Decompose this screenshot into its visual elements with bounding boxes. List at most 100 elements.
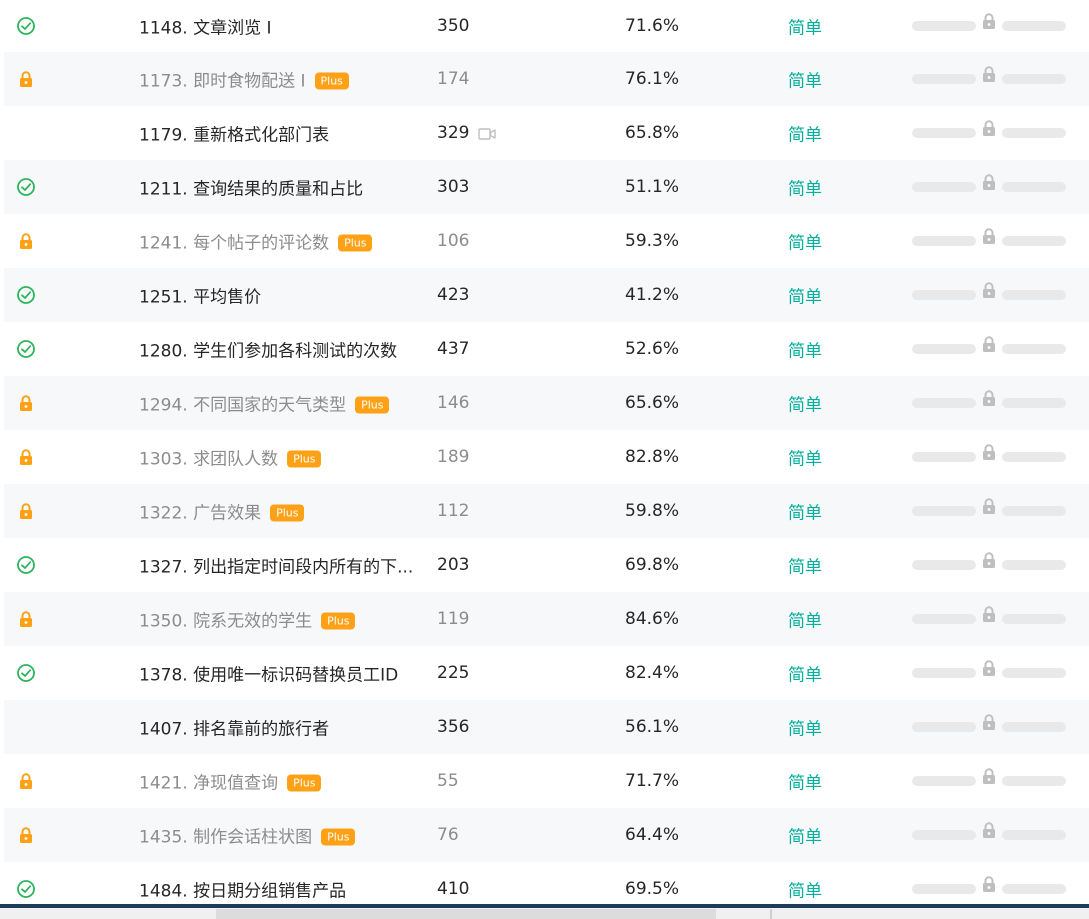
acceptance-rate: 64.4% bbox=[625, 825, 680, 845]
difficulty-label: 简单 bbox=[788, 233, 822, 254]
problem-title-text[interactable]: 1241. 每个帖子的评论数 bbox=[139, 234, 329, 254]
scrollbar-top-border bbox=[0, 904, 1089, 908]
problem-title-text[interactable]: 1303. 求团队人数 bbox=[139, 450, 278, 470]
check-circle-icon bbox=[16, 555, 36, 575]
solution-count: 423 bbox=[437, 285, 470, 305]
frequency-lock-icon bbox=[979, 334, 999, 356]
check-circle-icon bbox=[16, 339, 36, 359]
plus-badge: Plus bbox=[338, 234, 373, 252]
problem-title-text[interactable]: 1148. 文章浏览 I bbox=[139, 19, 272, 39]
difficulty-label: 简单 bbox=[788, 557, 822, 578]
difficulty-label: 简单 bbox=[788, 71, 822, 92]
frequency-bar bbox=[912, 13, 1066, 31]
table-row[interactable]: 1327. 列出指定时间段内所有的下... 203 69.8% 简单 bbox=[4, 538, 1089, 592]
table-row[interactable]: 1251. 平均售价 423 41.2% 简单 bbox=[4, 268, 1089, 322]
problem-title[interactable]: 1294. 不同国家的天气类型 Plus bbox=[139, 391, 390, 416]
problem-title-text[interactable]: 1280. 学生们参加各科测试的次数 bbox=[139, 342, 397, 362]
problem-title-text[interactable]: 1173. 即时食物配送 I bbox=[139, 72, 306, 92]
table-row[interactable]: 1378. 使用唯一标识码替换员工ID 225 82.4% 简单 bbox=[4, 646, 1089, 700]
problem-title-text[interactable]: 1378. 使用唯一标识码替换员工ID bbox=[139, 666, 398, 686]
problem-title[interactable]: 1211. 查询结果的质量和占比 bbox=[139, 175, 363, 200]
horizontal-scrollbar[interactable] bbox=[0, 904, 1089, 919]
frequency-bar-right bbox=[1002, 776, 1066, 786]
problem-title[interactable]: 1327. 列出指定时间段内所有的下... bbox=[139, 553, 413, 578]
frequency-bar-left bbox=[912, 236, 976, 246]
frequency-bar bbox=[912, 282, 1066, 300]
problem-title-text[interactable]: 1327. 列出指定时间段内所有的下... bbox=[139, 558, 413, 578]
problem-title-text[interactable]: 1251. 平均售价 bbox=[139, 288, 261, 308]
frequency-bar-right bbox=[1002, 560, 1066, 570]
problem-title[interactable]: 1241. 每个帖子的评论数 Plus bbox=[139, 229, 373, 254]
difficulty-label: 简单 bbox=[788, 665, 822, 686]
problem-title[interactable]: 1484. 按日期分组销售产品 bbox=[139, 877, 346, 902]
table-row[interactable]: 1179. 重新格式化部门表 329 65.8% 简单 bbox=[4, 106, 1089, 160]
table-row[interactable]: 1421. 净现值查询 Plus 55 71.7% 简单 bbox=[4, 754, 1089, 808]
problem-title[interactable]: 1407. 排名靠前的旅行者 bbox=[139, 715, 329, 740]
problem-title-text[interactable]: 1484. 按日期分组销售产品 bbox=[139, 882, 346, 902]
frequency-bar bbox=[912, 336, 1066, 354]
problem-title[interactable]: 1435. 制作会话柱状图 Plus bbox=[139, 823, 356, 848]
table-row[interactable]: 1435. 制作会话柱状图 Plus 76 64.4% 简单 bbox=[4, 808, 1089, 862]
difficulty-label: 简单 bbox=[788, 773, 822, 794]
frequency-bar-left bbox=[912, 74, 976, 84]
problem-title[interactable]: 1280. 学生们参加各科测试的次数 bbox=[139, 337, 397, 362]
frequency-bar-right bbox=[1002, 722, 1066, 732]
problem-title-text[interactable]: 1435. 制作会话柱状图 bbox=[139, 828, 312, 848]
solution-count: 146 bbox=[437, 393, 470, 413]
video-icon[interactable] bbox=[478, 126, 496, 140]
problem-title-text[interactable]: 1350. 院系无效的学生 bbox=[139, 612, 312, 632]
table-row[interactable]: 1148. 文章浏览 I 350 71.6% 简单 bbox=[4, 0, 1089, 52]
table-row[interactable]: 1280. 学生们参加各科测试的次数 437 52.6% 简单 bbox=[4, 322, 1089, 376]
problem-title-text[interactable]: 1294. 不同国家的天气类型 bbox=[139, 396, 346, 416]
problem-title[interactable]: 1173. 即时食物配送 I Plus bbox=[139, 67, 349, 92]
frequency-bar-right bbox=[1002, 236, 1066, 246]
problem-title[interactable]: 1303. 求团队人数 Plus bbox=[139, 445, 322, 470]
problem-title-text[interactable]: 1407. 排名靠前的旅行者 bbox=[139, 720, 329, 740]
problem-title[interactable]: 1179. 重新格式化部门表 bbox=[139, 121, 329, 146]
frequency-bar-left bbox=[912, 614, 976, 624]
frequency-lock-icon bbox=[979, 766, 999, 788]
frequency-bar bbox=[912, 228, 1066, 246]
problem-title[interactable]: 1421. 净现值查询 Plus bbox=[139, 769, 322, 794]
table-row[interactable]: 1303. 求团队人数 Plus 189 82.8% 简单 bbox=[4, 430, 1089, 484]
frequency-bar bbox=[912, 660, 1066, 678]
lock-icon bbox=[16, 447, 36, 467]
frequency-bar-left bbox=[912, 182, 976, 192]
table-row[interactable]: 1350. 院系无效的学生 Plus 119 84.6% 简单 bbox=[4, 592, 1089, 646]
lock-icon bbox=[16, 609, 36, 629]
problem-title-text[interactable]: 1179. 重新格式化部门表 bbox=[139, 126, 329, 146]
table-row[interactable]: 1211. 查询结果的质量和占比 303 51.1% 简单 bbox=[4, 160, 1089, 214]
table-row[interactable]: 1294. 不同国家的天气类型 Plus 146 65.6% 简单 bbox=[4, 376, 1089, 430]
check-circle-icon bbox=[16, 177, 36, 197]
plus-badge: Plus bbox=[355, 396, 390, 414]
problem-title[interactable]: 1350. 院系无效的学生 Plus bbox=[139, 607, 356, 632]
check-circle-icon bbox=[16, 16, 36, 36]
scrollbar-thumb[interactable] bbox=[216, 909, 716, 919]
difficulty-label: 简单 bbox=[788, 18, 822, 39]
scrollbar-divider bbox=[770, 909, 772, 919]
problem-title[interactable]: 1322. 广告效果 Plus bbox=[139, 499, 305, 524]
table-row[interactable]: 1173. 即时食物配送 I Plus 174 76.1% 简单 bbox=[4, 52, 1089, 106]
lock-icon bbox=[16, 825, 36, 845]
frequency-bar bbox=[912, 120, 1066, 138]
frequency-lock-icon bbox=[979, 64, 999, 86]
frequency-bar-left bbox=[912, 830, 976, 840]
frequency-bar bbox=[912, 876, 1066, 894]
problem-title-text[interactable]: 1322. 广告效果 bbox=[139, 504, 261, 524]
frequency-lock-icon bbox=[979, 496, 999, 518]
problem-title-text[interactable]: 1211. 查询结果的质量和占比 bbox=[139, 180, 363, 200]
lock-icon bbox=[16, 69, 36, 89]
problem-title-text[interactable]: 1421. 净现值查询 bbox=[139, 774, 278, 794]
lock-icon bbox=[16, 393, 36, 413]
difficulty-label: 简单 bbox=[788, 179, 822, 200]
table-row[interactable]: 1241. 每个帖子的评论数 Plus 106 59.3% 简单 bbox=[4, 214, 1089, 268]
lock-icon bbox=[16, 501, 36, 521]
problem-title[interactable]: 1251. 平均售价 bbox=[139, 283, 261, 308]
problem-title[interactable]: 1378. 使用唯一标识码替换员工ID bbox=[139, 661, 398, 686]
acceptance-rate: 82.8% bbox=[625, 447, 680, 467]
table-row[interactable]: 1407. 排名靠前的旅行者 356 56.1% 简单 bbox=[4, 700, 1089, 754]
problem-title[interactable]: 1148. 文章浏览 I bbox=[139, 14, 272, 39]
solution-count: 174 bbox=[437, 69, 470, 89]
difficulty-label: 简单 bbox=[788, 395, 822, 416]
table-row[interactable]: 1322. 广告效果 Plus 112 59.8% 简单 bbox=[4, 484, 1089, 538]
